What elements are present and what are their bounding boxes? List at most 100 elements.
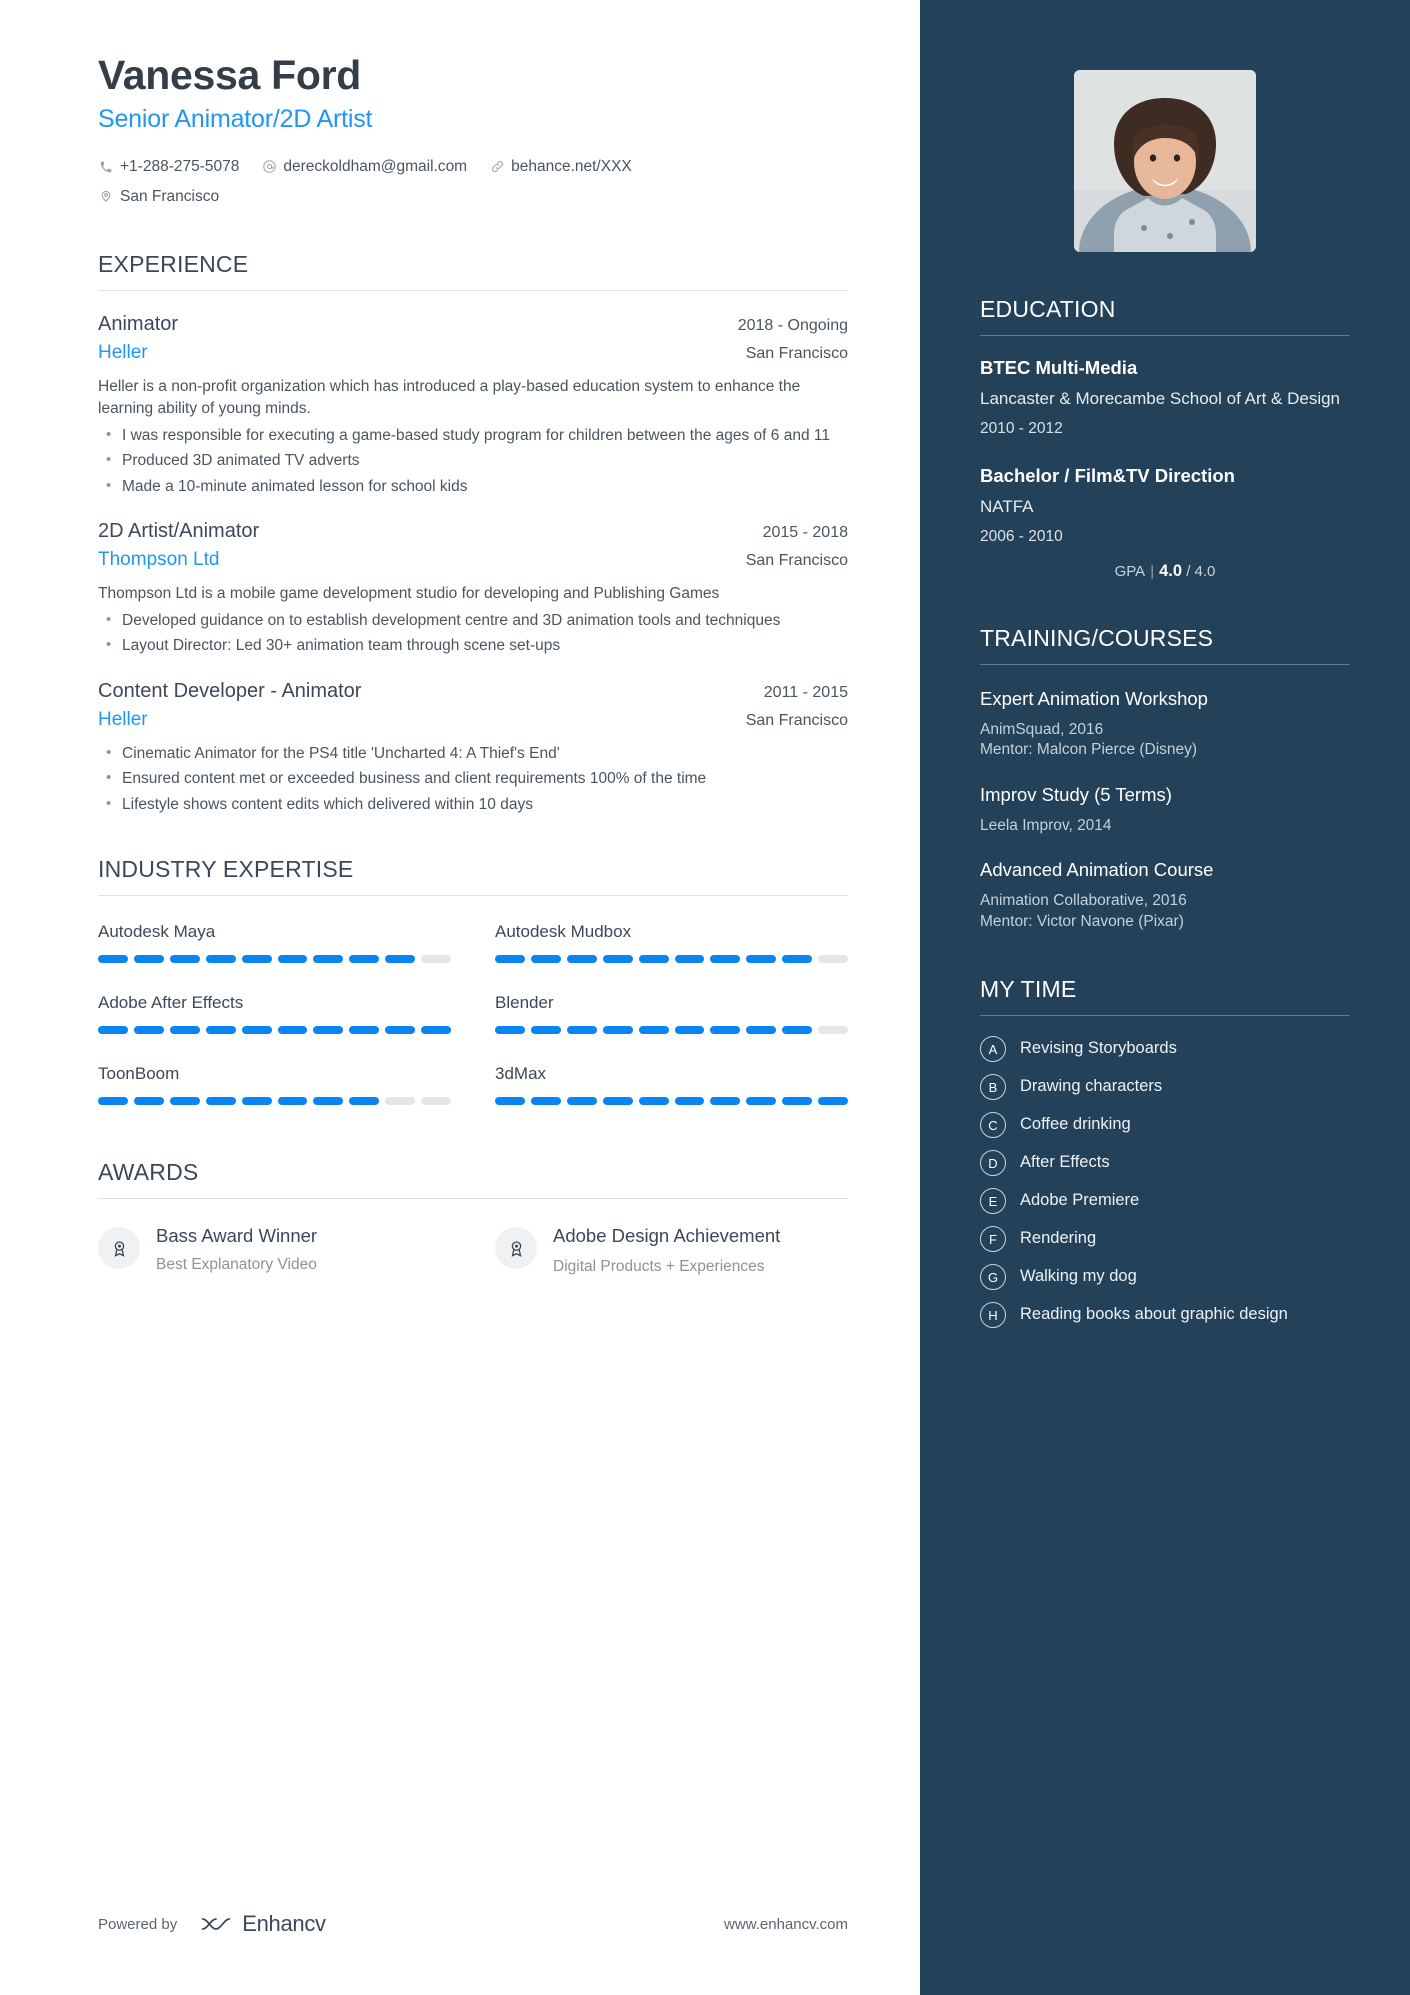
job-bullet: Cinematic Animator for the PS4 title 'Un…	[98, 742, 848, 765]
my-time-label: Revising Storyboards	[1020, 1039, 1177, 1058]
education-degree: BTEC Multi-Media	[980, 357, 1138, 378]
job-header: Animator 2018 - Ongoing	[98, 313, 848, 336]
expertise-section: INDUSTRY EXPERTISE Autodesk Maya Autodesk…	[98, 856, 849, 1135]
skill-segment	[133, 1097, 164, 1106]
education-item: Bachelor / Film&TV Direction NATFA 2006 …	[980, 464, 1350, 546]
skill-segment	[98, 955, 128, 964]
website-url[interactable]: www.enhancv.com	[724, 1916, 848, 1933]
skill-segment	[782, 955, 813, 964]
my-time-item: A Revising Storyboards	[980, 1036, 1350, 1063]
skill-level-bar	[98, 1026, 452, 1035]
awards-section: AWARDS Bass Award Winner Best Explanator…	[98, 1159, 848, 1277]
skill-label: Blender	[495, 993, 554, 1013]
job-bullet: Produced 3D animated TV adverts	[98, 449, 848, 472]
award-subtitle: Digital Products + Experiences	[553, 1258, 765, 1276]
job-date: 2018 - Ongoing	[737, 317, 848, 335]
skill-segment	[530, 1097, 561, 1106]
skill-level-bar	[495, 1026, 849, 1035]
my-time-letter: E	[980, 1188, 1006, 1215]
education-years: 2010 - 2012	[980, 420, 1063, 438]
skill-item: Blender	[495, 993, 849, 1035]
skill-segment	[241, 1097, 272, 1106]
skill-segment	[530, 1026, 561, 1035]
skill-segment	[313, 955, 344, 964]
job-company[interactable]: Thompson Ltd	[98, 549, 219, 571]
phone-icon	[98, 159, 114, 175]
my-time-item: G Walking my dog	[980, 1264, 1350, 1291]
skill-segment	[746, 1097, 777, 1106]
powered-by-label: Powered by	[98, 1915, 178, 1933]
my-time-label: Drawing characters	[1020, 1077, 1163, 1096]
job-bullets: I was responsible for executing a game-b…	[98, 424, 848, 498]
skill-item: Autodesk Maya	[98, 922, 452, 964]
experience-item: 2D Artist/Animator 2015 - 2018 Thompson …	[98, 520, 848, 657]
main-column: Vanessa Ford Senior Animator/2D Artist +…	[0, 0, 920, 1995]
job-bullet: Lifestyle shows content edits which deli…	[98, 793, 848, 816]
skill-segment	[421, 1097, 452, 1106]
training-item: Expert Animation Workshop AnimSquad, 201…	[980, 687, 1350, 761]
skill-segment	[746, 1026, 777, 1035]
link-icon	[489, 159, 505, 175]
skill-segment	[205, 955, 236, 964]
skill-segment	[818, 1026, 849, 1035]
skill-segment	[530, 955, 561, 964]
education-degree: Bachelor / Film&TV Direction	[980, 465, 1235, 487]
skill-segment	[385, 1026, 416, 1035]
contact-website-text: behance.net/XXX	[511, 158, 632, 176]
job-bullets: Cinematic Animator for the PS4 title 'Un…	[98, 742, 848, 816]
skill-segment	[313, 1026, 344, 1035]
skill-segment	[602, 1097, 633, 1106]
skill-level-bar	[495, 1097, 849, 1106]
skill-segment	[205, 1097, 236, 1106]
skill-segment	[710, 1097, 741, 1106]
skill-label: Adobe After Effects	[98, 993, 244, 1013]
skill-segment	[349, 955, 380, 964]
award-subtitle: Best Explanatory Video	[156, 1256, 317, 1274]
job-company[interactable]: Heller	[98, 342, 148, 364]
education-heading: EDUCATION	[980, 296, 1116, 322]
awards-heading: AWARDS	[98, 1159, 199, 1186]
job-subheader: Heller San Francisco	[98, 709, 848, 731]
job-bullet: Layout Director: Led 30+ animation team …	[98, 634, 848, 657]
education-section: EDUCATION BTEC Multi-Media Lancaster & M…	[980, 296, 1350, 581]
training-heading: TRAINING/COURSES	[980, 625, 1214, 652]
skill-segment	[169, 955, 200, 964]
skill-segment	[638, 955, 669, 964]
job-title: Animator	[98, 313, 179, 336]
contact-email[interactable]: dereckoldham@gmail.com	[261, 152, 467, 181]
skill-segment	[313, 1097, 344, 1106]
awards-grid: Bass Award Winner Best Explanatory Video…	[98, 1225, 848, 1277]
award-text: Bass Award Winner Best Explanatory Video	[156, 1225, 317, 1275]
contact-phone[interactable]: +1-288-275-5078	[98, 152, 239, 181]
skill-segment	[818, 1097, 849, 1106]
gpa-row: GPA | 4.0 / 4.0	[980, 562, 1350, 581]
job-location: San Francisco	[745, 345, 848, 363]
skills-grid: Autodesk Maya Autodesk Mudbox Adobe After …	[98, 922, 849, 1135]
job-subheader: Heller San Francisco	[98, 342, 848, 364]
education-school: NATFA	[980, 497, 1034, 517]
my-time-letter: B	[980, 1074, 1006, 1101]
skill-segment	[638, 1097, 669, 1106]
award-item: Bass Award Winner Best Explanatory Video	[98, 1225, 451, 1277]
job-title: 2D Artist/Animator	[98, 520, 260, 543]
skill-segment	[277, 1026, 308, 1035]
my-time-item: D After Effects	[980, 1150, 1350, 1177]
skill-item: Adobe After Effects	[98, 993, 452, 1035]
my-time-letter: G	[980, 1264, 1006, 1291]
avatar	[1074, 70, 1256, 252]
skill-segment	[385, 955, 416, 964]
experience-item: Content Developer - Animator 2011 - 2015…	[98, 680, 848, 816]
contact-website[interactable]: behance.net/XXX	[489, 152, 632, 181]
skill-segment	[98, 1097, 128, 1106]
skill-segment	[241, 955, 272, 964]
training-meta: Leela Improv, 2014	[980, 816, 1112, 834]
job-bullet: I was responsible for executing a game-b…	[98, 424, 848, 447]
skill-item: 3dMax	[495, 1064, 849, 1106]
skill-segment	[566, 1097, 597, 1106]
skill-segment	[674, 955, 705, 964]
skill-level-bar	[98, 1097, 452, 1106]
job-bullet: Made a 10-minute animated lesson for sch…	[98, 475, 848, 498]
job-company[interactable]: Heller	[98, 709, 148, 731]
divider	[980, 1015, 1350, 1017]
skill-segment	[818, 955, 849, 964]
